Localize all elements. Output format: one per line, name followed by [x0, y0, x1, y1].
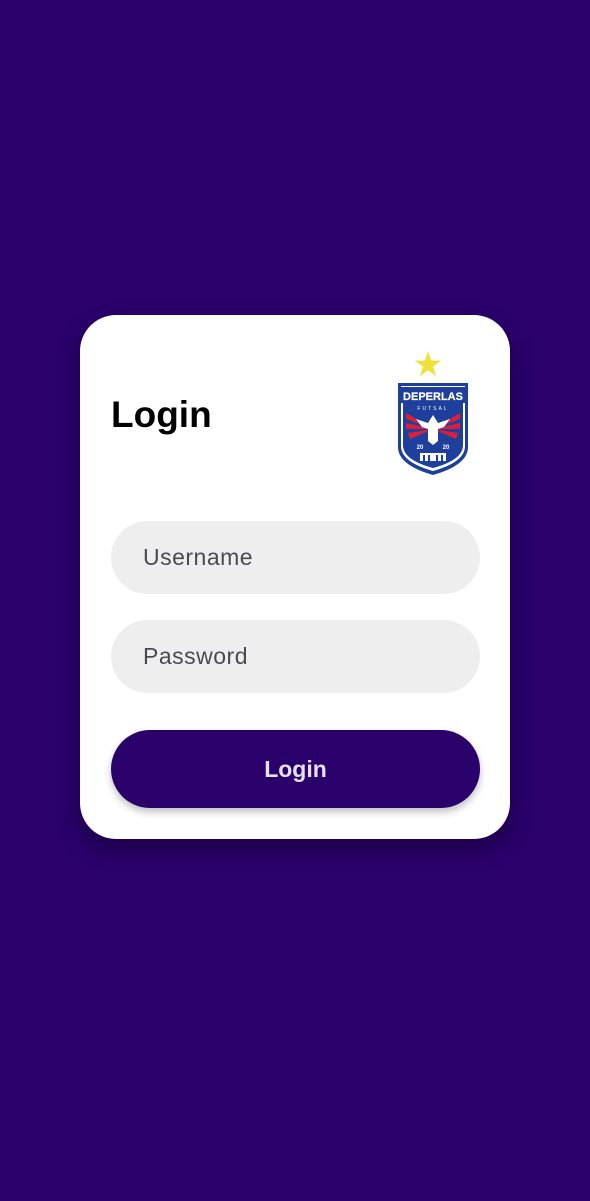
logo-year-left: 20 — [417, 445, 424, 451]
logo-name-text: DEPERLAS — [403, 391, 463, 403]
page-title: Login — [111, 394, 212, 435]
star-icon — [414, 351, 442, 377]
login-card: Login DEPERLAS FUTSAL 20 20 Username Log… — [80, 315, 510, 839]
club-logo: DEPERLAS FUTSAL 20 20 — [398, 351, 468, 475]
username-field[interactable] — [111, 521, 480, 594]
logo-year-right: 20 — [443, 445, 450, 451]
password-field[interactable] — [111, 620, 480, 693]
login-button[interactable]: Login — [111, 730, 480, 808]
logo-subtitle-text: FUTSAL — [417, 406, 448, 412]
password-field-wrapper — [111, 620, 480, 693]
login-screen: Login DEPERLAS FUTSAL 20 20 Username Log… — [0, 0, 590, 1201]
username-field-wrapper — [111, 521, 480, 594]
